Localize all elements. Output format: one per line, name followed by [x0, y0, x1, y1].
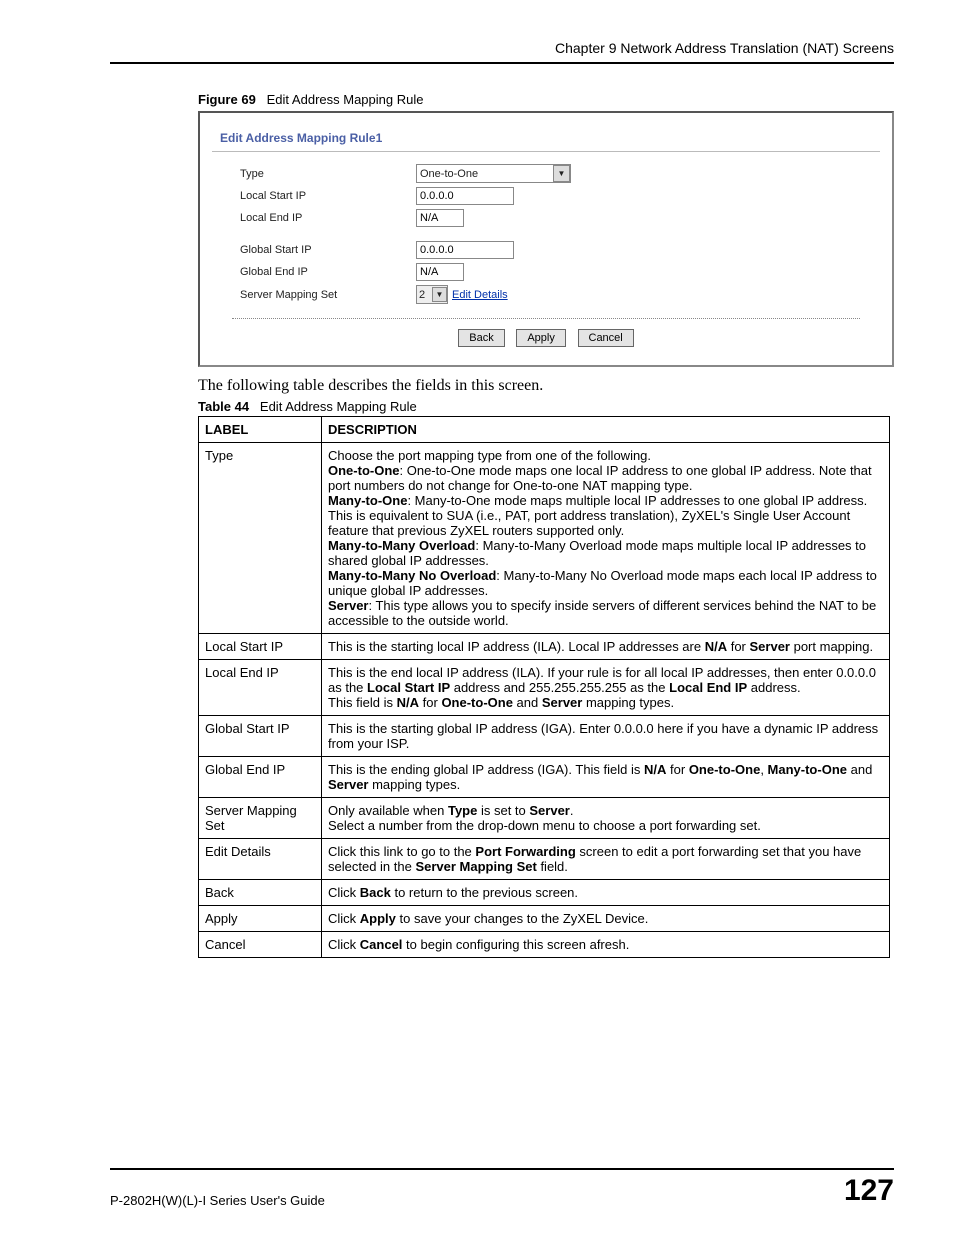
server-mapping-set-value: 2 [419, 289, 425, 301]
cell-label: Back [199, 880, 322, 906]
cell-label: Global Start IP [199, 716, 322, 757]
local-end-ip-label: Local End IP [240, 212, 416, 224]
table-number: Table 44 [198, 399, 249, 414]
figure-title: Edit Address Mapping Rule [267, 92, 424, 107]
type-select[interactable]: One-to-One ▼ [416, 164, 571, 183]
button-row: Back Apply Cancel [212, 327, 880, 347]
cancel-button[interactable]: Cancel [578, 329, 634, 347]
cell-description: Click Back to return to the previous scr… [322, 880, 890, 906]
apply-button[interactable]: Apply [516, 329, 566, 347]
cell-label: Global End IP [199, 757, 322, 798]
chapter-header: Chapter 9 Network Address Translation (N… [110, 40, 894, 64]
global-end-ip-label: Global End IP [240, 266, 416, 278]
footer-guide-name: P-2802H(W)(L)-I Series User's Guide [110, 1193, 325, 1208]
global-start-ip-label: Global Start IP [240, 244, 416, 256]
figure-caption: Figure 69 Edit Address Mapping Rule [198, 92, 894, 107]
cell-description: Choose the port mapping type from one of… [322, 443, 890, 634]
table-row: Global Start IPThis is the starting glob… [199, 716, 890, 757]
table-row: Local End IPThis is the end local IP add… [199, 660, 890, 716]
lead-text: The following table describes the fields… [198, 377, 894, 395]
type-select-value: One-to-One [420, 168, 478, 180]
edit-details-link[interactable]: Edit Details [452, 289, 508, 301]
cell-label: Server Mapping Set [199, 798, 322, 839]
table-caption-title: Edit Address Mapping Rule [260, 399, 417, 414]
type-label: Type [240, 168, 416, 180]
figure-number: Figure 69 [198, 92, 256, 107]
cell-description: This is the end local IP address (ILA). … [322, 660, 890, 716]
server-mapping-set-label: Server Mapping Set [240, 289, 416, 301]
table-row: ApplyClick Apply to save your changes to… [199, 906, 890, 932]
table-row: Local Start IPThis is the starting local… [199, 634, 890, 660]
cell-description: This is the starting global IP address (… [322, 716, 890, 757]
cell-description: Click Cancel to begin configuring this s… [322, 932, 890, 958]
chevron-down-icon[interactable]: ▼ [432, 287, 447, 302]
table-row: Edit DetailsClick this link to go to the… [199, 839, 890, 880]
cell-description: Only available when Type is set to Serve… [322, 798, 890, 839]
table-row: BackClick Back to return to the previous… [199, 880, 890, 906]
cell-label: Cancel [199, 932, 322, 958]
page-footer: P-2802H(W)(L)-I Series User's Guide 127 [110, 1168, 894, 1208]
table-row: CancelClick Cancel to begin configuring … [199, 932, 890, 958]
cell-description: Click this link to go to the Port Forwar… [322, 839, 890, 880]
panel-title: Edit Address Mapping Rule1 [212, 127, 880, 152]
global-start-ip-input[interactable] [416, 241, 514, 259]
cell-label: Local Start IP [199, 634, 322, 660]
description-table: LABEL DESCRIPTION TypeChoose the port ma… [198, 416, 890, 958]
screenshot-frame: Edit Address Mapping Rule1 Type One-to-O… [198, 111, 894, 367]
local-start-ip-input[interactable] [416, 187, 514, 205]
local-end-ip-input[interactable] [416, 209, 464, 227]
separator [232, 318, 860, 319]
back-button[interactable]: Back [458, 329, 504, 347]
cell-description: Click Apply to save your changes to the … [322, 906, 890, 932]
th-label: LABEL [199, 417, 322, 443]
server-mapping-set-select[interactable]: 2 ▼ [416, 285, 448, 304]
cell-label: Type [199, 443, 322, 634]
table-caption: Table 44 Edit Address Mapping Rule [198, 399, 894, 414]
cell-description: This is the starting local IP address (I… [322, 634, 890, 660]
page-number: 127 [844, 1174, 894, 1208]
table-row: TypeChoose the port mapping type from on… [199, 443, 890, 634]
th-description: DESCRIPTION [322, 417, 890, 443]
table-row: Global End IPThis is the ending global I… [199, 757, 890, 798]
cell-label: Apply [199, 906, 322, 932]
cell-label: Edit Details [199, 839, 322, 880]
chevron-down-icon[interactable]: ▼ [553, 165, 570, 182]
local-start-ip-label: Local Start IP [240, 190, 416, 202]
table-row: Server Mapping SetOnly available when Ty… [199, 798, 890, 839]
cell-label: Local End IP [199, 660, 322, 716]
cell-description: This is the ending global IP address (IG… [322, 757, 890, 798]
global-end-ip-input[interactable] [416, 263, 464, 281]
